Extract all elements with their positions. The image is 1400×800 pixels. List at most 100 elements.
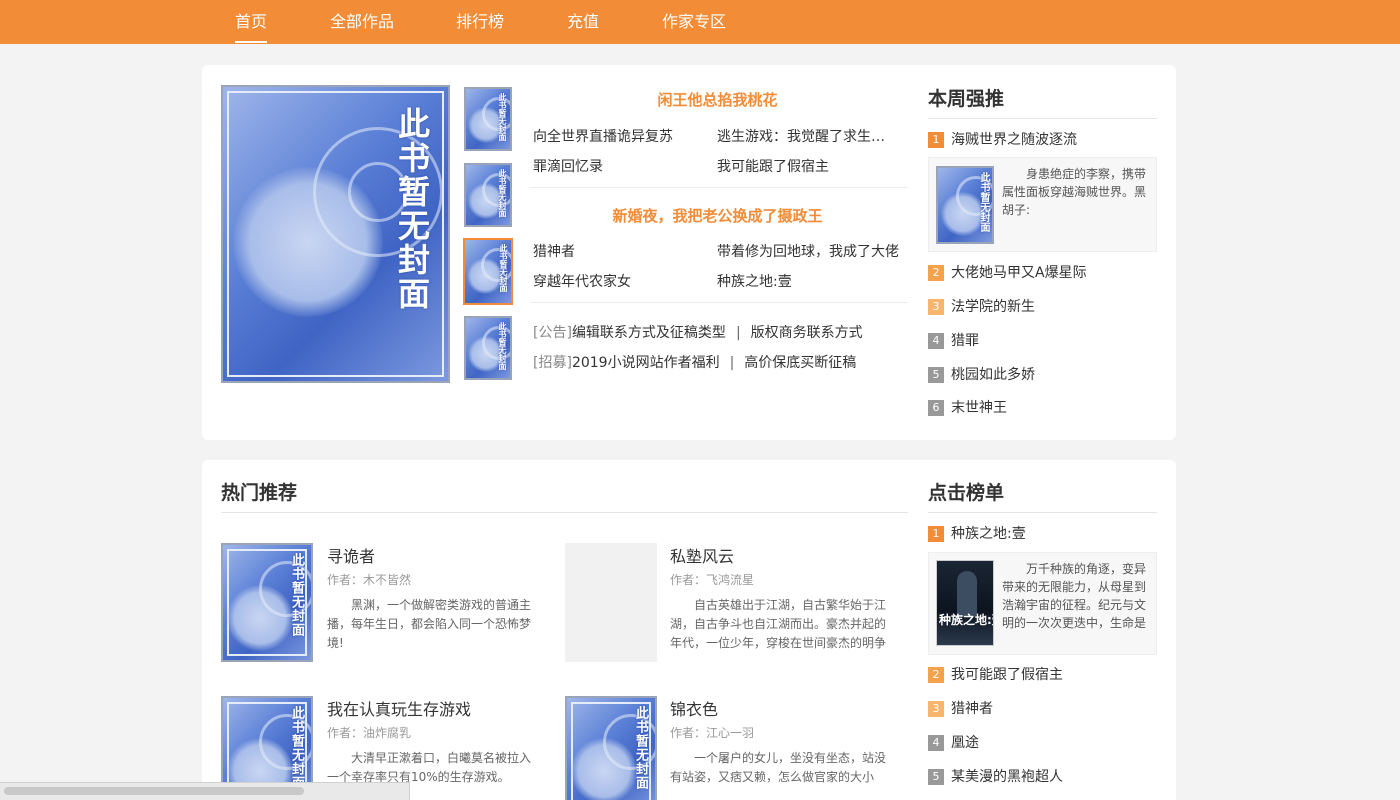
divider — [928, 118, 1157, 119]
rank-number: 1 — [928, 526, 944, 542]
thumb-cover-1[interactable]: 此书暂无封面 — [464, 87, 512, 151]
rank-name: 桃园如此多娇 — [951, 367, 1035, 383]
rank-name: 法学院的新生 — [951, 299, 1035, 315]
nav-rankings[interactable]: 排行榜 — [456, 11, 504, 33]
weekly-title: 本周强推 — [928, 88, 1005, 110]
weekly-rank-item[interactable]: 1 海贼世界之随波逐流 — [928, 131, 1077, 151]
featured-cover[interactable]: 此书暂无封面 — [221, 85, 450, 383]
divider — [221, 512, 908, 513]
hot-book-desc: 黑渊，一个做解密类游戏的普通主播，每年生日，都会陷入同一个恐怖梦境! — [327, 598, 532, 650]
notice-tag: [公告] — [533, 325, 572, 341]
horizontal-scrollbar[interactable] — [0, 782, 410, 800]
divider — [530, 187, 908, 188]
rank-name: 猎罪 — [951, 333, 979, 349]
rank-name: 海贼世界之随波逐流 — [951, 132, 1077, 148]
cover-placeholder-text: 此书暂无封面 — [978, 172, 989, 232]
hot-book-cover[interactable]: 此书暂无封面 — [221, 543, 313, 662]
weekly-rank-item[interactable]: 4 猎罪 — [928, 332, 979, 352]
cover-art-ring — [481, 248, 511, 282]
notice-link[interactable]: 高价保底买断征稿 — [744, 355, 856, 371]
cover-placeholder-text: 此书暂无封面 — [499, 244, 508, 292]
hot-book-author[interactable]: 作者：木不皆然 — [327, 571, 411, 588]
rank-name: 种族之地:壹 — [951, 526, 1026, 542]
weekly-rank-item[interactable]: 5 桃园如此多娇 — [928, 366, 1035, 386]
hot-book-title[interactable]: 寻诡者 — [327, 543, 375, 567]
thumb-cover-2[interactable]: 此书暂无封面 — [464, 163, 512, 227]
hot-book-author[interactable]: 作者：江心一羽 — [670, 724, 754, 741]
featured-link[interactable]: 带着修为回地球，我成了大佬 — [717, 241, 902, 261]
rank-number: 6 — [928, 400, 944, 416]
featured-headline-2[interactable]: 新婚夜，我把老公换成了摄政王 — [530, 205, 905, 226]
clicks-rank-item[interactable]: 1 种族之地:壹 — [928, 525, 1026, 545]
weekly-rank-item[interactable]: 6 末世神王 — [928, 399, 1007, 419]
cover-placeholder-text: 此书暂无封面 — [289, 553, 304, 637]
scrollbar-thumb[interactable] — [4, 787, 304, 795]
weekly-rank-item[interactable]: 2 大佬她马甲又A爆星际 — [928, 264, 1087, 284]
thumb-cover-3[interactable]: 此书暂无封面 — [463, 238, 513, 305]
rank-number: 5 — [928, 769, 944, 785]
hot-book-title[interactable]: 锦衣色 — [670, 696, 718, 720]
hot-title: 热门推荐 — [221, 482, 298, 504]
thumb-cover-4[interactable]: 此书暂无封面 — [464, 316, 512, 380]
hot-book-title[interactable]: 我在认真玩生存游戏 — [327, 696, 471, 720]
rank-number: 4 — [928, 735, 944, 751]
rank-name: 猎神者 — [951, 701, 993, 717]
notice-tag: [招募] — [533, 355, 572, 371]
featured-link[interactable]: 向全世界直播诡异复苏 — [533, 126, 703, 146]
rank-number: 1 — [928, 132, 944, 148]
divider — [530, 302, 908, 303]
nav-home[interactable]: 首页 — [235, 11, 268, 43]
hot-book-title[interactable]: 私塾风云 — [670, 543, 734, 567]
notice-link[interactable]: 版权商务联系方式 — [751, 325, 863, 341]
rank-number: 3 — [928, 299, 944, 315]
notice-link[interactable]: 编辑联系方式及征稿类型 — [572, 325, 726, 341]
notice-separator: | — [735, 325, 741, 341]
clicks-top-cover[interactable]: 种族之地:壹 — [936, 560, 994, 646]
cover-placeholder-text: 此书暂无封面 — [289, 706, 304, 790]
featured-headline-1[interactable]: 闲王他总掐我桃花 — [530, 89, 905, 110]
weekly-top-desc: 身患绝症的李察，携带属性面板穿越海贼世界。黑胡子: — [1002, 167, 1147, 217]
rank-name: 末世神王 — [951, 400, 1007, 416]
clicks-top-desc: 万千种族的角逐，变异带来的无限能力，从母星到浩瀚宇宙的征程。纪元与文明的一次次更… — [1002, 562, 1147, 630]
hot-book-desc: 自古英雄出于江湖，自古繁华始于江湖，自古争斗也自江湖而出。豪杰并起的年代，一位少… — [670, 598, 887, 650]
notice-row: [招募]2019小说网站作者福利 | 高价保底买断征稿 — [533, 352, 856, 372]
rank-name: 凰途 — [951, 735, 979, 751]
rank-number: 5 — [928, 367, 944, 383]
weekly-top-cover[interactable]: 此书暂无封面 — [936, 166, 994, 244]
featured-link[interactable]: 罪滴回忆录 — [533, 156, 703, 176]
clicks-rank-item[interactable]: 4 凰途 — [928, 734, 979, 754]
notice-row: [公告]编辑联系方式及征稿类型 | 版权商务联系方式 — [533, 322, 863, 342]
cover-placeholder-text: 此书暂无封面 — [498, 169, 507, 217]
featured-link[interactable]: 穿越年代农家女 — [533, 271, 703, 291]
featured-link[interactable]: 种族之地:壹 — [717, 271, 897, 291]
nav-all-works[interactable]: 全部作品 — [330, 11, 394, 33]
rank-name: 某美漫的黑袍超人 — [951, 769, 1063, 785]
hot-book-cover[interactable] — [565, 543, 657, 662]
clicks-title: 点击榜单 — [928, 482, 1005, 504]
nav-author-zone[interactable]: 作家专区 — [662, 11, 726, 33]
cover-title-text: 种族之地:壹 — [939, 613, 993, 627]
hot-book-cover[interactable]: 此书暂无封面 — [565, 696, 657, 800]
featured-link[interactable]: 我可能跟了假宿主 — [717, 156, 897, 176]
rank-name: 我可能跟了假宿主 — [951, 667, 1063, 683]
featured-link[interactable]: 逃生游戏：我觉醒了求生模… — [717, 126, 897, 146]
rank-number: 2 — [928, 265, 944, 281]
clicks-rank-item[interactable]: 3 猎神者 — [928, 700, 993, 720]
cover-placeholder-text: 此书暂无封面 — [633, 706, 648, 790]
rank-name: 大佬她马甲又A爆星际 — [951, 265, 1087, 281]
clicks-rank-item[interactable]: 5 某美漫的黑袍超人 — [928, 768, 1063, 788]
rank-number: 3 — [928, 701, 944, 717]
notice-link[interactable]: 2019小说网站作者福利 — [572, 355, 720, 371]
nav-recharge[interactable]: 充值 — [567, 11, 599, 33]
cover-placeholder-text: 此书暂无封面 — [393, 107, 431, 311]
cover-placeholder-text: 此书暂无封面 — [498, 322, 507, 370]
cover-placeholder-text: 此书暂无封面 — [498, 93, 507, 141]
hot-book-author[interactable]: 作者：油炸腐乳 — [327, 724, 411, 741]
rank-number: 2 — [928, 667, 944, 683]
divider — [928, 512, 1157, 513]
notice-separator: | — [729, 355, 735, 371]
featured-link[interactable]: 猎神者 — [533, 241, 703, 261]
hot-book-author[interactable]: 作者：飞鸿流星 — [670, 571, 754, 588]
clicks-rank-item[interactable]: 2 我可能跟了假宿主 — [928, 666, 1063, 686]
weekly-rank-item[interactable]: 3 法学院的新生 — [928, 298, 1035, 318]
